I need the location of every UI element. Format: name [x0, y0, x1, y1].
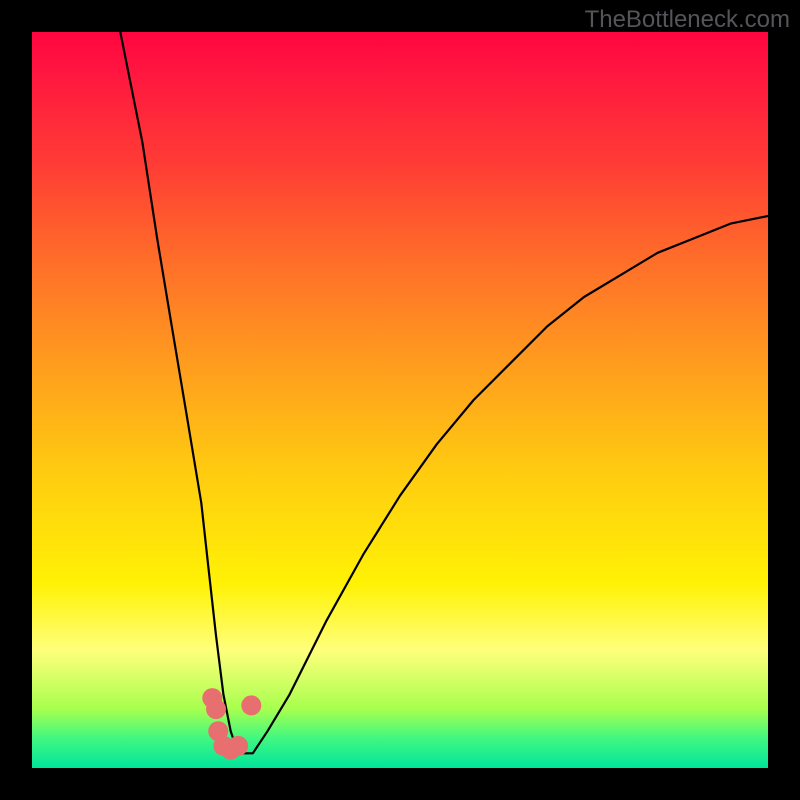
marker-dots [202, 688, 261, 760]
bottleneck-curve [120, 32, 768, 753]
chart-svg [32, 32, 768, 768]
watermark-text: TheBottleneck.com [585, 6, 790, 34]
marker-dot [241, 695, 261, 715]
marker-dot [228, 736, 248, 756]
marker-dot [206, 699, 226, 719]
plot-area [32, 32, 768, 768]
